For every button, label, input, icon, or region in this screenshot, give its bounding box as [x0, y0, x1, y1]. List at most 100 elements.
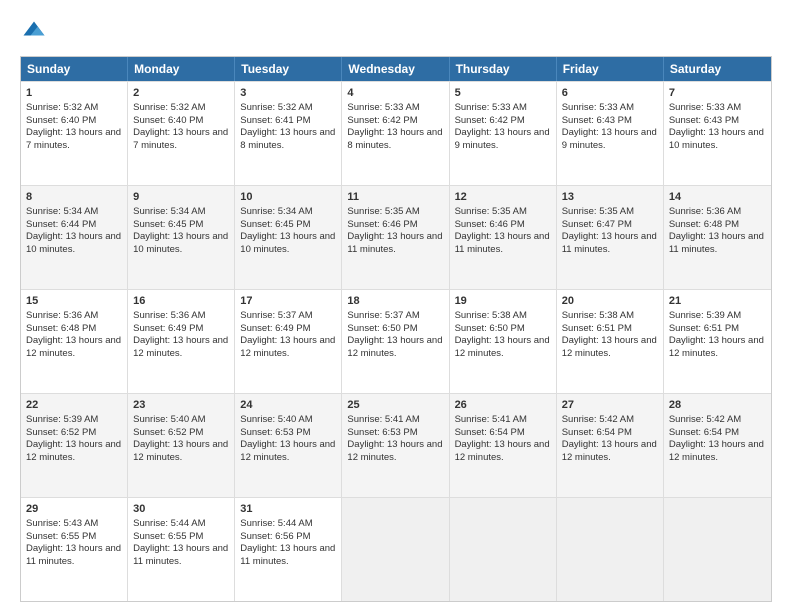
day-number: 16	[133, 294, 229, 309]
sunrise-label: Sunrise: 5:42 AM	[669, 414, 741, 425]
daylight-label: Daylight: 13 hours and 10 minutes.	[669, 127, 764, 151]
day-number: 28	[669, 398, 766, 413]
day-number: 9	[133, 190, 229, 205]
day-cell-30: 30 Sunrise: 5:44 AM Sunset: 6:55 PM Dayl…	[128, 498, 235, 601]
day-number: 6	[562, 86, 658, 101]
sunset-label: Sunset: 6:54 PM	[562, 427, 632, 438]
day-cell-19: 19 Sunrise: 5:38 AM Sunset: 6:50 PM Dayl…	[450, 290, 557, 393]
sunrise-label: Sunrise: 5:40 AM	[240, 414, 312, 425]
day-number: 31	[240, 502, 336, 517]
day-number: 20	[562, 294, 658, 309]
day-cell-29: 29 Sunrise: 5:43 AM Sunset: 6:55 PM Dayl…	[21, 498, 128, 601]
day-cell-9: 9 Sunrise: 5:34 AM Sunset: 6:45 PM Dayli…	[128, 186, 235, 289]
sunset-label: Sunset: 6:54 PM	[455, 427, 525, 438]
sunset-label: Sunset: 6:49 PM	[240, 323, 310, 334]
day-cell-20: 20 Sunrise: 5:38 AM Sunset: 6:51 PM Dayl…	[557, 290, 664, 393]
day-cell-17: 17 Sunrise: 5:37 AM Sunset: 6:49 PM Dayl…	[235, 290, 342, 393]
sunset-label: Sunset: 6:42 PM	[347, 115, 417, 126]
day-number: 15	[26, 294, 122, 309]
day-number: 3	[240, 86, 336, 101]
daylight-label: Daylight: 13 hours and 11 minutes.	[562, 231, 657, 255]
sunrise-label: Sunrise: 5:42 AM	[562, 414, 634, 425]
daylight-label: Daylight: 13 hours and 11 minutes.	[669, 231, 764, 255]
day-number: 25	[347, 398, 443, 413]
empty-cell	[450, 498, 557, 601]
sunset-label: Sunset: 6:46 PM	[455, 219, 525, 230]
daylight-label: Daylight: 13 hours and 12 minutes.	[669, 335, 764, 359]
sunset-label: Sunset: 6:54 PM	[669, 427, 739, 438]
sunrise-label: Sunrise: 5:34 AM	[240, 206, 312, 217]
sunrise-label: Sunrise: 5:44 AM	[133, 518, 205, 529]
day-number: 2	[133, 86, 229, 101]
day-cell-7: 7 Sunrise: 5:33 AM Sunset: 6:43 PM Dayli…	[664, 82, 771, 185]
logo-icon	[20, 18, 48, 46]
day-cell-15: 15 Sunrise: 5:36 AM Sunset: 6:48 PM Dayl…	[21, 290, 128, 393]
day-number: 22	[26, 398, 122, 413]
daylight-label: Daylight: 13 hours and 12 minutes.	[240, 335, 335, 359]
sunset-label: Sunset: 6:45 PM	[240, 219, 310, 230]
day-header-saturday: Saturday	[664, 57, 771, 81]
daylight-label: Daylight: 13 hours and 9 minutes.	[562, 127, 657, 151]
day-number: 27	[562, 398, 658, 413]
calendar-header: SundayMondayTuesdayWednesdayThursdayFrid…	[21, 57, 771, 81]
empty-cell	[664, 498, 771, 601]
daylight-label: Daylight: 13 hours and 7 minutes.	[26, 127, 121, 151]
sunrise-label: Sunrise: 5:41 AM	[455, 414, 527, 425]
day-cell-8: 8 Sunrise: 5:34 AM Sunset: 6:44 PM Dayli…	[21, 186, 128, 289]
daylight-label: Daylight: 13 hours and 12 minutes.	[347, 335, 442, 359]
day-cell-3: 3 Sunrise: 5:32 AM Sunset: 6:41 PM Dayli…	[235, 82, 342, 185]
daylight-label: Daylight: 13 hours and 12 minutes.	[133, 439, 228, 463]
sunrise-label: Sunrise: 5:37 AM	[347, 310, 419, 321]
empty-cell	[557, 498, 664, 601]
sunset-label: Sunset: 6:55 PM	[26, 531, 96, 542]
sunrise-label: Sunrise: 5:44 AM	[240, 518, 312, 529]
daylight-label: Daylight: 13 hours and 8 minutes.	[240, 127, 335, 151]
day-cell-5: 5 Sunrise: 5:33 AM Sunset: 6:42 PM Dayli…	[450, 82, 557, 185]
day-number: 19	[455, 294, 551, 309]
sunset-label: Sunset: 6:52 PM	[133, 427, 203, 438]
sunrise-label: Sunrise: 5:33 AM	[562, 102, 634, 113]
sunrise-label: Sunrise: 5:35 AM	[347, 206, 419, 217]
sunset-label: Sunset: 6:48 PM	[26, 323, 96, 334]
sunset-label: Sunset: 6:51 PM	[669, 323, 739, 334]
day-number: 5	[455, 86, 551, 101]
day-cell-24: 24 Sunrise: 5:40 AM Sunset: 6:53 PM Dayl…	[235, 394, 342, 497]
day-header-tuesday: Tuesday	[235, 57, 342, 81]
sunrise-label: Sunrise: 5:40 AM	[133, 414, 205, 425]
sunrise-label: Sunrise: 5:36 AM	[669, 206, 741, 217]
sunrise-label: Sunrise: 5:39 AM	[669, 310, 741, 321]
sunset-label: Sunset: 6:45 PM	[133, 219, 203, 230]
sunset-label: Sunset: 6:43 PM	[562, 115, 632, 126]
day-header-thursday: Thursday	[450, 57, 557, 81]
day-cell-23: 23 Sunrise: 5:40 AM Sunset: 6:52 PM Dayl…	[128, 394, 235, 497]
day-number: 21	[669, 294, 766, 309]
calendar-week-2: 8 Sunrise: 5:34 AM Sunset: 6:44 PM Dayli…	[21, 185, 771, 289]
sunset-label: Sunset: 6:48 PM	[669, 219, 739, 230]
empty-cell	[342, 498, 449, 601]
sunset-label: Sunset: 6:46 PM	[347, 219, 417, 230]
calendar-week-4: 22 Sunrise: 5:39 AM Sunset: 6:52 PM Dayl…	[21, 393, 771, 497]
header	[20, 18, 772, 46]
day-number: 10	[240, 190, 336, 205]
day-number: 14	[669, 190, 766, 205]
daylight-label: Daylight: 13 hours and 11 minutes.	[133, 543, 228, 567]
day-cell-12: 12 Sunrise: 5:35 AM Sunset: 6:46 PM Dayl…	[450, 186, 557, 289]
sunrise-label: Sunrise: 5:35 AM	[562, 206, 634, 217]
sunrise-label: Sunrise: 5:36 AM	[26, 310, 98, 321]
day-cell-11: 11 Sunrise: 5:35 AM Sunset: 6:46 PM Dayl…	[342, 186, 449, 289]
sunset-label: Sunset: 6:50 PM	[347, 323, 417, 334]
daylight-label: Daylight: 13 hours and 12 minutes.	[133, 335, 228, 359]
sunrise-label: Sunrise: 5:34 AM	[133, 206, 205, 217]
day-cell-22: 22 Sunrise: 5:39 AM Sunset: 6:52 PM Dayl…	[21, 394, 128, 497]
daylight-label: Daylight: 13 hours and 12 minutes.	[26, 335, 121, 359]
sunset-label: Sunset: 6:55 PM	[133, 531, 203, 542]
day-number: 23	[133, 398, 229, 413]
day-header-friday: Friday	[557, 57, 664, 81]
sunset-label: Sunset: 6:49 PM	[133, 323, 203, 334]
daylight-label: Daylight: 13 hours and 12 minutes.	[347, 439, 442, 463]
daylight-label: Daylight: 13 hours and 8 minutes.	[347, 127, 442, 151]
calendar-body: 1 Sunrise: 5:32 AM Sunset: 6:40 PM Dayli…	[21, 81, 771, 601]
daylight-label: Daylight: 13 hours and 11 minutes.	[347, 231, 442, 255]
sunset-label: Sunset: 6:53 PM	[347, 427, 417, 438]
sunrise-label: Sunrise: 5:38 AM	[562, 310, 634, 321]
